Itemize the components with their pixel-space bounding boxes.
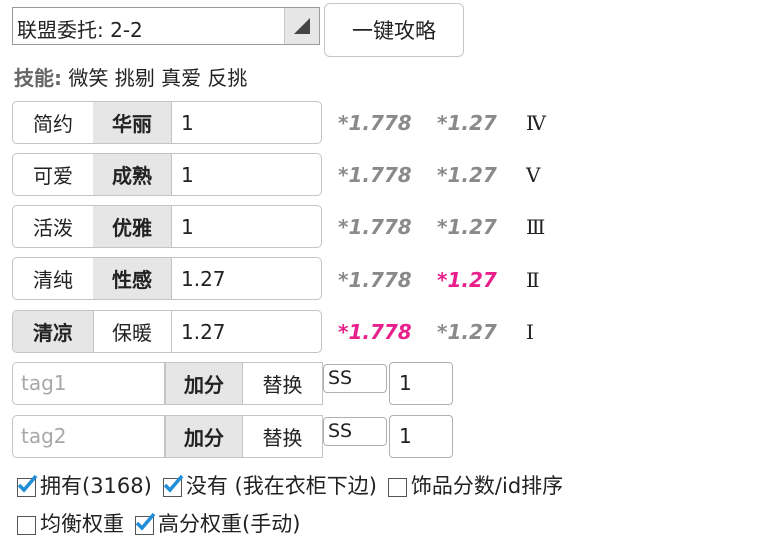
style-row: 活泼 优雅 1 — [12, 205, 322, 248]
balanced-weight-checkbox[interactable] — [17, 515, 36, 535]
style-right-button[interactable]: 性感 — [93, 258, 172, 299]
count-value: 1 — [399, 424, 412, 448]
style-row: 清纯 性感 1.27 — [12, 257, 322, 300]
tag-input-placeholder: tag2 — [21, 424, 67, 448]
multiplier-2-highlighted: *1.27 — [437, 268, 497, 292]
weight-value[interactable]: 1 — [181, 163, 194, 187]
grade-select[interactable]: SS — [323, 417, 387, 446]
style-right-button[interactable]: 成熟 — [93, 154, 172, 195]
not-owned-checkbox[interactable] — [162, 474, 184, 497]
task-select-value: 联盟委托: 2-2 — [17, 18, 143, 42]
owned-label: 拥有(3168) — [40, 474, 152, 498]
skills-label: 技能: — [14, 66, 62, 90]
weight-value[interactable]: 1.27 — [181, 320, 226, 344]
weight-value[interactable]: 1 — [181, 111, 194, 135]
filter-checkbox-row: 拥有(3168) 没有 (我在衣柜下边) 饰品分数/id排序 — [14, 470, 571, 500]
style-left-button[interactable]: 活泼 — [13, 206, 94, 247]
rank-numeral: Ⅲ — [526, 215, 546, 239]
style-right-button[interactable]: 华丽 — [93, 102, 172, 143]
weight-checkbox-row: 均衡权重 高分权重(手动) — [14, 508, 308, 538]
style-row: 清凉 保暖 1.27 — [12, 310, 322, 353]
rank-numeral: Ⅱ — [526, 268, 540, 292]
grade-value: SS — [328, 420, 353, 442]
skills-value: 微笑 挑剔 真爱 反挑 — [68, 66, 248, 90]
multiplier-1: *1.778 — [338, 111, 412, 135]
multiplier-2: *1.27 — [437, 320, 497, 344]
count-input[interactable]: 1 — [389, 415, 453, 458]
multiplier-1: *1.778 — [338, 163, 412, 187]
dropdown-arrow-icon[interactable] — [284, 8, 319, 44]
replace-button[interactable]: 替换 — [243, 362, 323, 405]
style-row: 简约 华丽 1 — [12, 101, 322, 144]
multiplier-2: *1.27 — [437, 111, 497, 135]
multiplier-1: *1.778 — [338, 215, 412, 239]
style-left-button[interactable]: 清凉 — [13, 311, 94, 352]
weight-value[interactable]: 1 — [181, 215, 194, 239]
count-value: 1 — [399, 371, 412, 395]
rank-numeral: Ⅳ — [526, 111, 546, 135]
style-left-button[interactable]: 可爱 — [13, 154, 94, 195]
count-input[interactable]: 1 — [389, 362, 453, 405]
accessory-sort-checkbox[interactable] — [387, 477, 407, 497]
replace-button[interactable]: 替换 — [243, 415, 323, 458]
weight-value[interactable]: 1.27 — [181, 267, 226, 291]
high-score-weight-label: 高分权重(手动) — [158, 512, 301, 536]
style-row: 可爱 成熟 1 — [12, 153, 322, 196]
skills-line: 技能: 微笑 挑剔 真爱 反挑 — [14, 62, 247, 91]
grade-value: SS — [328, 367, 353, 389]
not-owned-label: 没有 (我在衣柜下边) — [185, 474, 377, 498]
task-select[interactable]: 联盟委托: 2-2 — [12, 7, 320, 45]
add-score-button[interactable]: 加分 — [165, 362, 243, 405]
rank-numeral: Ⅰ — [526, 320, 534, 344]
high-score-weight-checkbox[interactable] — [135, 512, 156, 535]
multiplier-1: *1.778 — [338, 268, 412, 292]
style-left-button[interactable]: 清纯 — [13, 258, 94, 299]
multiplier-2: *1.27 — [437, 215, 497, 239]
style-left-button[interactable]: 简约 — [13, 102, 94, 143]
add-score-button[interactable]: 加分 — [165, 415, 243, 458]
balanced-weight-label: 均衡权重 — [40, 512, 124, 536]
tag-input[interactable]: tag2 — [12, 415, 165, 458]
tag-input-placeholder: tag1 — [21, 371, 67, 395]
style-right-button[interactable]: 保暖 — [93, 311, 172, 352]
tag-input[interactable]: tag1 — [12, 362, 165, 405]
multiplier-1-highlighted: *1.778 — [338, 320, 412, 344]
grade-select[interactable]: SS — [323, 364, 387, 393]
rank-numeral: Ⅴ — [526, 163, 541, 187]
owned-checkbox[interactable] — [17, 474, 38, 497]
multiplier-2: *1.27 — [437, 163, 497, 187]
accessory-sort-label: 饰品分数/id排序 — [410, 474, 564, 498]
one-key-strategy-button[interactable]: 一键攻略 — [324, 3, 464, 57]
style-right-button[interactable]: 优雅 — [93, 206, 172, 247]
